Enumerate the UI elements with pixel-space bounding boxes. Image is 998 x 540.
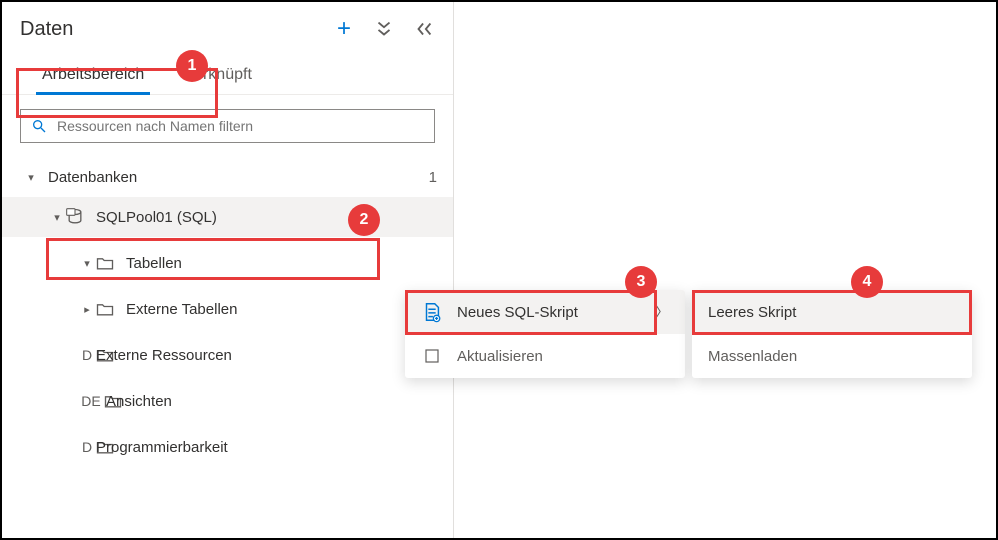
tree-node-databases[interactable]: Datenbanken 1 [2, 157, 453, 197]
data-pane: Daten + Arbeitsbereich Verknüpft [2, 2, 454, 538]
node-prefix: D [80, 347, 94, 363]
search-box[interactable] [20, 109, 435, 143]
node-label: Programmierbarkeit [96, 439, 437, 456]
tree-node-tables[interactable]: Tabellen [2, 243, 453, 283]
node-label: Datenbanken [48, 169, 429, 186]
caret-icon[interactable] [50, 211, 64, 224]
caret-icon[interactable] [24, 171, 38, 184]
sql-script-icon [421, 301, 443, 323]
search-input[interactable] [57, 118, 424, 134]
database-icon [64, 206, 86, 228]
add-button[interactable]: + [333, 18, 355, 40]
node-count: 1 [429, 169, 437, 186]
menu-item-empty-script[interactable]: Leeres Skript [692, 290, 972, 334]
node-label: Externe Ressourcen [96, 347, 437, 364]
plus-icon: + [337, 17, 351, 41]
menu-item-label: Aktualisieren [457, 348, 669, 365]
node-prefix: D [80, 439, 94, 455]
expand-all-button[interactable] [373, 18, 395, 40]
tree-node-views[interactable]: DE Ansichten [2, 381, 453, 421]
tree-node-programmability[interactable]: D Programmierbarkeit [2, 427, 453, 467]
tree-node-external-tables[interactable]: Externe Tabellen [2, 289, 453, 329]
chevron-right-icon: 〉 [655, 302, 669, 322]
node-label: SQLPool01 (SQL) [96, 209, 437, 226]
chevron-double-down-icon [373, 18, 395, 40]
tab-workspace[interactable]: Arbeitsbereich [42, 66, 144, 94]
folder-icon [94, 298, 116, 320]
search-icon [31, 118, 47, 134]
context-menu-sql-sub: Leeres Skript Massenladen [692, 290, 972, 378]
tree-node-external-resources[interactable]: D Externe Ressourcen [2, 335, 453, 375]
tab-linked[interactable]: Verknüpft [184, 66, 252, 94]
folder-icon [94, 252, 116, 274]
menu-item-bulk-load[interactable]: Massenladen [692, 334, 972, 378]
chevron-double-left-icon [413, 18, 435, 40]
node-prefix: DE [80, 393, 102, 409]
menu-item-new-sql-script[interactable]: Neues SQL-Skript 〉 [405, 290, 685, 334]
menu-item-refresh[interactable]: Aktualisieren [405, 334, 685, 378]
caret-icon[interactable] [80, 257, 94, 270]
node-label: Ansichten [106, 393, 437, 410]
refresh-icon [421, 345, 443, 367]
node-label: Externe Tabellen [126, 301, 437, 318]
pane-title: Daten [20, 18, 73, 41]
caret-icon[interactable] [80, 303, 94, 316]
node-label: Tabellen [126, 255, 437, 272]
resource-tree: Datenbanken 1 SQLPool01 (SQL) Tabellen [2, 153, 453, 467]
menu-item-label: Neues SQL-Skript [457, 304, 641, 321]
tree-node-sqlpool[interactable]: SQLPool01 (SQL) [2, 197, 453, 237]
menu-item-label: Massenladen [708, 348, 956, 365]
context-menu-sql: Neues SQL-Skript 〉 Aktualisieren [405, 290, 685, 378]
menu-item-label: Leeres Skript [708, 304, 956, 321]
collapse-pane-button[interactable] [413, 18, 435, 40]
